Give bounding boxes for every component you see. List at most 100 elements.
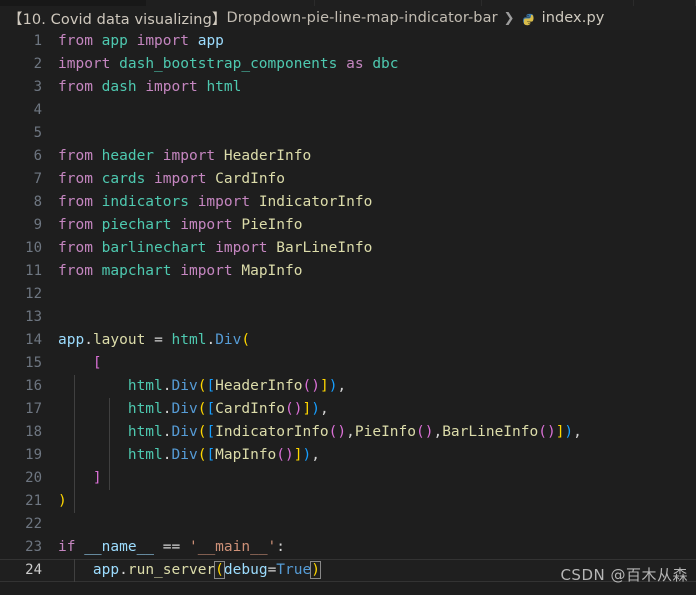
code-token: . <box>162 401 172 417</box>
code-token: IndicatorInfo <box>215 424 329 440</box>
code-token: dash_bootstrap_components <box>119 56 338 72</box>
code-token: ) <box>564 424 574 440</box>
line-number: 4 <box>33 102 42 118</box>
code-token: CardInfo <box>215 171 286 187</box>
code-token: from <box>58 194 93 210</box>
line-number: 9 <box>33 217 42 233</box>
code-line[interactable]: 9 from piechart import PieInfo <box>0 214 696 237</box>
code-token: import <box>180 263 233 279</box>
code-line[interactable]: 11 from mapchart import MapInfo <box>0 260 696 283</box>
code-text[interactable]: app.run_server(debug=True) <box>58 560 321 581</box>
code-token: html <box>127 447 163 463</box>
code-token: , <box>311 447 320 463</box>
code-text[interactable]: from app import app <box>58 30 224 53</box>
code-token: ) <box>311 401 320 417</box>
code-line[interactable]: 8 from indicators import IndicatorInfo <box>0 191 696 214</box>
code-line[interactable]: 15 [ <box>0 352 696 375</box>
line-number: 23 <box>25 539 42 555</box>
code-line[interactable]: 3 from dash import html <box>0 76 696 99</box>
line-number: 17 <box>25 401 42 417</box>
code-text[interactable]: html.Div([HeaderInfo()]), <box>58 375 346 398</box>
breadcrumb-folder[interactable]: Dropdown-pie-line-map-indicator-bar <box>227 10 498 26</box>
code-text[interactable]: html.Div([CardInfo()]), <box>58 398 329 421</box>
line-number: 24 <box>25 562 42 578</box>
code-token: __name__ <box>84 539 155 555</box>
code-token: debug <box>223 562 268 578</box>
code-text[interactable]: app.layout = html.Div( <box>58 329 250 352</box>
code-line[interactable]: 10 from barlinechart import BarLineInfo <box>0 237 696 260</box>
code-token: () <box>328 424 347 440</box>
code-token: ) <box>58 493 67 509</box>
code-text[interactable]: ) <box>58 490 67 513</box>
code-text[interactable]: ] <box>58 467 102 490</box>
breadcrumb-file[interactable]: index.py <box>542 10 605 26</box>
code-token: ( <box>214 561 225 579</box>
code-line[interactable]: 23 if __name__ == '__main__': <box>0 536 696 559</box>
code-token: html <box>127 378 163 394</box>
code-token: [ <box>206 378 216 394</box>
code-token: from <box>58 79 93 95</box>
code-text[interactable]: [ <box>58 352 102 375</box>
code-token: . <box>162 424 172 440</box>
code-line[interactable]: 14 app.layout = html.Div( <box>0 329 696 352</box>
code-lines-container[interactable]: 1 from app import app 2 import dash_bootstr… <box>0 30 696 582</box>
code-editor[interactable]: 1 from app import app 2 import dash_bootstr… <box>0 30 696 595</box>
code-text[interactable]: if __name__ == '__main__': <box>58 536 285 559</box>
line-number: 14 <box>25 332 42 348</box>
code-line[interactable]: 17 html.Div([CardInfo()]), <box>0 398 696 421</box>
code-line[interactable]: 20 ] <box>0 467 696 490</box>
code-text[interactable]: html.Div([MapInfo()]), <box>58 444 320 467</box>
code-line[interactable]: 5 <box>0 122 696 145</box>
line-number: 16 <box>25 378 42 394</box>
code-text[interactable]: from dash import html <box>58 76 241 99</box>
code-text[interactable]: from indicators import IndicatorInfo <box>58 191 372 214</box>
code-text[interactable]: html.Div([IndicatorInfo(),PieInfo(),BarL… <box>58 421 582 444</box>
code-token: indicators <box>101 194 189 210</box>
code-token: html <box>171 332 207 348</box>
code-token: import <box>136 33 189 49</box>
code-token: run_server <box>127 562 216 578</box>
code-token: ) <box>302 447 312 463</box>
code-token: () <box>538 424 556 440</box>
code-token: () <box>276 447 294 463</box>
code-line[interactable]: 2 import dash_bootstrap_components as dbc <box>0 53 696 76</box>
code-line[interactable]: 7 from cards import CardInfo <box>0 168 696 191</box>
code-token: () <box>302 378 320 394</box>
code-line[interactable]: 19 html.Div([MapInfo()]), <box>0 444 696 467</box>
code-line[interactable]: 22 <box>0 513 696 536</box>
code-text[interactable]: from header import HeaderInfo <box>58 145 311 168</box>
breadcrumb-project[interactable]: 【10. Covid data visualizing】 <box>8 8 227 29</box>
code-text[interactable]: import dash_bootstrap_components as dbc <box>58 53 399 76</box>
code-token: PieInfo <box>354 424 416 440</box>
code-token: BarLineInfo <box>442 424 539 440</box>
code-line[interactable]: 1 from app import app <box>0 30 696 53</box>
code-line[interactable]: 6 from header import HeaderInfo <box>0 145 696 168</box>
code-text[interactable]: from piechart import PieInfo <box>58 214 302 237</box>
code-token: BarLineInfo <box>276 240 373 256</box>
code-line[interactable]: 21) <box>0 490 696 513</box>
code-token: Div <box>171 424 198 440</box>
code-line[interactable]: 12 <box>0 283 696 306</box>
code-line[interactable]: 16 html.Div([HeaderInfo()]), <box>0 375 696 398</box>
code-line[interactable]: 4 <box>0 99 696 122</box>
line-number: 1 <box>33 33 42 49</box>
code-token: import <box>145 79 198 95</box>
code-text[interactable]: from mapchart import MapInfo <box>58 260 302 283</box>
code-line[interactable]: 13 <box>0 306 696 329</box>
code-token: ] <box>302 401 312 417</box>
code-text[interactable]: from cards import CardInfo <box>58 168 285 191</box>
code-line[interactable]: 18 html.Div([IndicatorInfo(),PieInfo(),B… <box>0 421 696 444</box>
code-token: CardInfo <box>215 401 286 417</box>
code-text[interactable]: from barlinechart import BarLineInfo <box>58 237 372 260</box>
